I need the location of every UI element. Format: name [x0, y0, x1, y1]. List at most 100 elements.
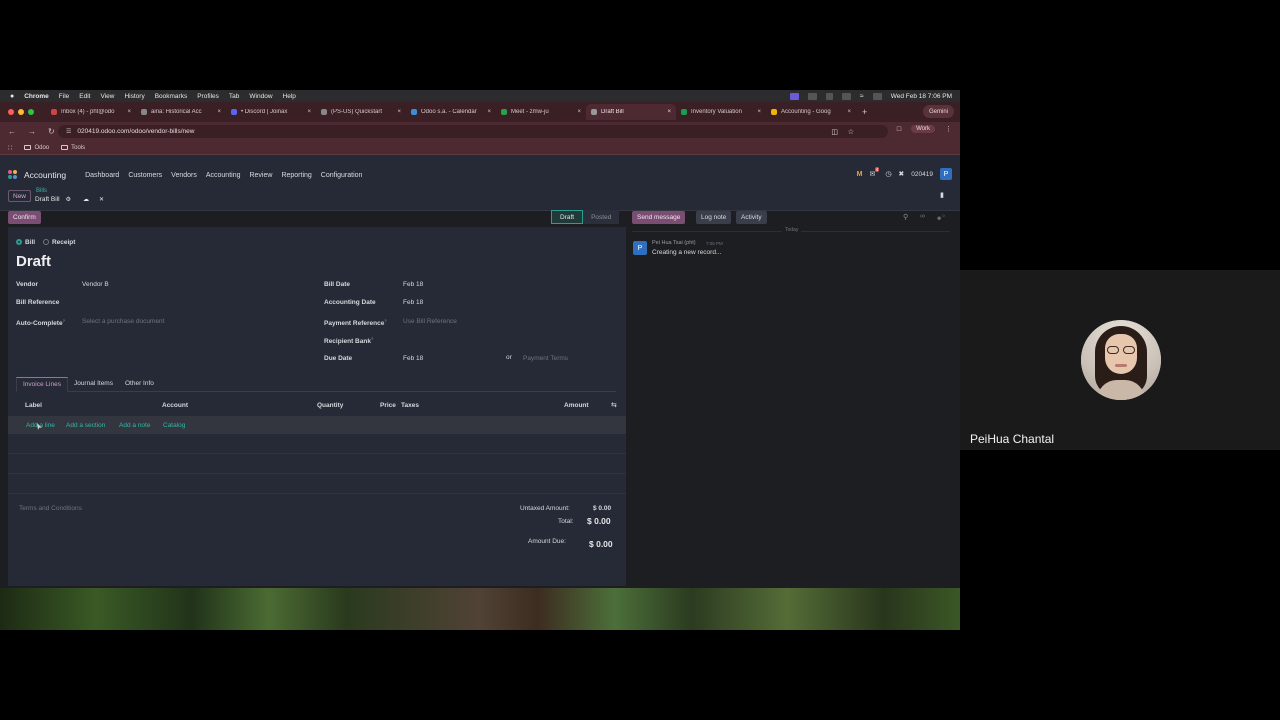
recipient-bank-input[interactable]: [403, 334, 603, 344]
due-date-field[interactable]: Feb 18: [403, 355, 423, 362]
browser-tab[interactable]: Inbox (4) - pht@odo ×: [46, 104, 136, 120]
autocomplete-input[interactable]: Select a purchase document: [82, 318, 164, 325]
tab-close-icon[interactable]: ×: [667, 109, 671, 115]
menu-profiles[interactable]: Profiles: [197, 93, 219, 100]
col-label[interactable]: Label: [25, 402, 42, 409]
tab-close-icon[interactable]: ×: [577, 109, 581, 115]
tab-close-icon[interactable]: ×: [847, 109, 851, 115]
user-avatar[interactable]: P: [940, 168, 952, 180]
col-taxes[interactable]: Taxes: [401, 402, 419, 409]
tab-close-icon[interactable]: ×: [217, 109, 221, 115]
send-message-button[interactable]: Send message: [632, 211, 686, 224]
close-window-icon[interactable]: [8, 109, 14, 115]
bookmark-tools[interactable]: Tools: [61, 145, 85, 151]
url-field[interactable]: ☰ 020419.odoo.com/odoo/vendor-bills/new …: [58, 125, 888, 138]
status-icon[interactable]: [807, 92, 817, 100]
catalog-link[interactable]: Catalog: [163, 422, 185, 429]
bookmark-star-icon[interactable]: ☆: [848, 128, 854, 136]
new-tab-icon[interactable]: +: [862, 107, 867, 117]
bookmark-odoo[interactable]: Odoo: [24, 145, 49, 151]
menu-window[interactable]: Window: [249, 93, 272, 100]
browser-tab[interactable]: Odoo s.a. - Calendar ×: [406, 104, 496, 120]
activity-button[interactable]: Activity: [736, 211, 767, 224]
menu-dashboard[interactable]: Dashboard: [85, 172, 119, 179]
payment-terms-input[interactable]: Payment Terms: [523, 355, 568, 362]
menu-customers[interactable]: Customers: [128, 172, 162, 179]
tab-close-icon[interactable]: ×: [757, 109, 761, 115]
menu-vendors[interactable]: Vendors: [171, 172, 197, 179]
message-author-avatar[interactable]: P: [633, 241, 647, 255]
save-cloud-icon[interactable]: ☁: [83, 196, 89, 203]
mail-icon[interactable]: M: [857, 171, 863, 178]
col-amount[interactable]: Amount: [564, 402, 589, 409]
col-quantity[interactable]: Quantity: [317, 402, 343, 409]
tab-close-icon[interactable]: ×: [127, 109, 131, 115]
browser-tab[interactable]: (PS-US) Quickstart ×: [316, 104, 406, 120]
browser-tab[interactable]: Inventory Valuation ×: [676, 104, 766, 120]
col-account[interactable]: Account: [162, 402, 188, 409]
attachment-icon[interactable]: ▮: [940, 191, 944, 199]
gemini-button[interactable]: Gemini: [922, 105, 954, 118]
col-price[interactable]: Price: [380, 402, 396, 409]
menu-bookmarks[interactable]: Bookmarks: [155, 93, 188, 100]
menu-tab[interactable]: Tab: [229, 93, 239, 100]
add-line-link[interactable]: Add a line: [26, 422, 55, 429]
paperclip-icon[interactable]: ∞: [920, 213, 925, 220]
tab-close-icon[interactable]: ×: [487, 109, 491, 115]
discard-icon[interactable]: ✕: [99, 196, 104, 203]
browser-tab[interactable]: airia: Historical Acc ×: [136, 104, 226, 120]
wifi-icon[interactable]: ≈: [860, 93, 864, 100]
cast-icon[interactable]: ◫: [831, 128, 838, 136]
add-section-link[interactable]: Add a section: [66, 422, 105, 429]
browser-tab[interactable]: Draft Bill ×: [586, 104, 676, 120]
tab-other-info[interactable]: Other Info: [119, 377, 160, 391]
apps-grid-icon[interactable]: ∷: [8, 144, 12, 152]
new-button[interactable]: New: [8, 190, 32, 202]
control-center-icon[interactable]: [872, 92, 882, 100]
status-draft[interactable]: Draft: [551, 210, 584, 224]
browser-tab[interactable]: • Discord | Joinax ×: [226, 104, 316, 120]
profile-button[interactable]: Work: [911, 125, 935, 133]
battery-icon[interactable]: [841, 92, 851, 100]
forward-icon[interactable]: →: [28, 127, 36, 136]
company-db[interactable]: 020419: [911, 171, 933, 178]
tab-journal-items[interactable]: Journal Items: [68, 377, 119, 391]
extensions-icon[interactable]: □: [897, 126, 901, 133]
message-author[interactable]: Pei Hua Tsai (pht): [652, 240, 696, 246]
app-menu-icon[interactable]: [8, 170, 18, 180]
apple-icon[interactable]: ●: [10, 93, 14, 100]
radio-receipt[interactable]: Receipt: [42, 239, 75, 246]
clock[interactable]: Wed Feb 18 7:06 PM: [891, 93, 952, 100]
followers-icon[interactable]: ☻0: [936, 213, 945, 222]
tab-close-icon[interactable]: ×: [397, 109, 401, 115]
discuss-icon[interactable]: ✉ 4: [869, 167, 880, 178]
accounting-date-field[interactable]: Feb 18: [403, 299, 423, 306]
tab-close-icon[interactable]: ×: [307, 109, 311, 115]
reload-icon[interactable]: ↻: [48, 127, 55, 136]
add-note-link[interactable]: Add a note: [119, 422, 150, 429]
browser-tab[interactable]: Accounting - Goog ×: [766, 104, 856, 120]
menu-view[interactable]: View: [100, 93, 114, 100]
payment-ref-input[interactable]: Use Bill Reference: [403, 318, 457, 325]
bill-ref-input[interactable]: [82, 297, 302, 307]
search-icon[interactable]: ⚲: [903, 213, 908, 221]
menu-reporting[interactable]: Reporting: [281, 172, 311, 179]
bill-date-field[interactable]: Feb 18: [403, 281, 423, 288]
menu-help[interactable]: Help: [283, 93, 296, 100]
radio-bill[interactable]: Bill: [16, 239, 35, 246]
menu-review[interactable]: Review: [249, 172, 272, 179]
site-info-icon[interactable]: ☰: [66, 128, 71, 135]
back-icon[interactable]: ←: [8, 127, 16, 136]
keyboard-icon[interactable]: [825, 92, 833, 100]
column-settings-icon[interactable]: ⇆: [611, 401, 617, 409]
app-name[interactable]: Accounting: [24, 170, 66, 180]
menu-history[interactable]: History: [124, 93, 144, 100]
browser-tab[interactable]: Meet - zmw-ju ×: [496, 104, 586, 120]
video-tile[interactable]: PeiHua Chantal: [960, 270, 1280, 450]
minimize-window-icon[interactable]: [18, 109, 24, 115]
menu-file[interactable]: File: [59, 93, 69, 100]
settings-tools-icon[interactable]: ✖: [898, 170, 904, 178]
tab-invoice-lines[interactable]: Invoice Lines: [16, 377, 68, 392]
log-note-button[interactable]: Log note: [696, 211, 732, 224]
menu-app[interactable]: Chrome: [24, 93, 49, 100]
